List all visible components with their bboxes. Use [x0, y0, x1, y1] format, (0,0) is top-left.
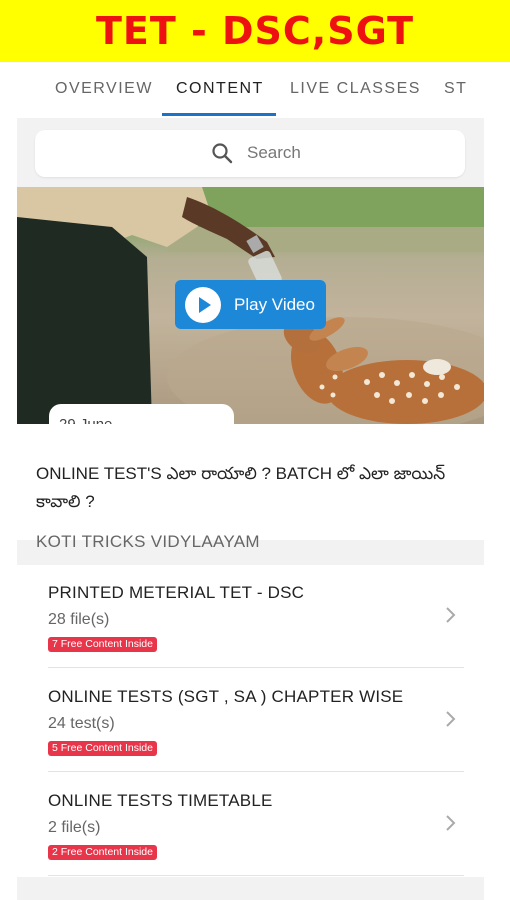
- chevron-right-icon: [446, 711, 456, 727]
- free-content-badge: 7 Free Content Inside: [48, 637, 157, 652]
- item-title: ONLINE TESTS TIMETABLE: [48, 791, 273, 810]
- play-icon: [185, 287, 221, 323]
- banner-title: TET - DSC,SGT: [95, 9, 415, 53]
- video-title: ONLINE TEST'S ఎలా రాయాలి ? BATCH లో ఎలా …: [36, 464, 446, 511]
- free-content-badge: 5 Free Content Inside: [48, 741, 157, 756]
- tab-bar: OVERVIEW CONTENT LIVE CLASSES ST: [0, 62, 510, 118]
- list-divider: [48, 667, 464, 668]
- list-item-online-tests-chapter-wise[interactable]: ONLINE TESTS (SGT , SA ) CHAPTER WISE 24…: [17, 669, 484, 773]
- list-divider: [48, 771, 464, 772]
- active-tab-indicator: [162, 113, 276, 116]
- play-video-button[interactable]: Play Video: [175, 280, 326, 329]
- chevron-right-icon: [446, 815, 456, 831]
- list-item-online-tests-timetable[interactable]: ONLINE TESTS TIMETABLE 2 file(s) 2 Free …: [17, 773, 484, 877]
- tab-live-classes[interactable]: LIVE CLASSES: [290, 62, 421, 118]
- play-video-label: Play Video: [234, 295, 315, 314]
- item-title: ONLINE TESTS (SGT , SA ) CHAPTER WISE: [48, 687, 404, 706]
- channel-name: KOTI TRICKS VIDYLAAYAM: [36, 532, 260, 551]
- item-count: 28 file(s): [48, 611, 110, 628]
- item-count: 24 test(s): [48, 715, 115, 732]
- tab-content[interactable]: CONTENT: [176, 62, 264, 118]
- list-divider: [48, 875, 464, 876]
- search-bar[interactable]: [35, 130, 465, 177]
- item-title: PRINTED METERIAL TET - DSC: [48, 583, 305, 602]
- list-item-printed-material[interactable]: PRINTED METERIAL TET - DSC 28 file(s) 7 …: [17, 565, 484, 669]
- tab-store[interactable]: ST: [444, 62, 467, 118]
- item-count: 2 file(s): [48, 819, 101, 836]
- app-banner: TET - DSC,SGT: [0, 0, 510, 62]
- chevron-right-icon: [446, 607, 456, 623]
- tab-overview[interactable]: OVERVIEW: [55, 62, 153, 118]
- search-icon: [212, 143, 233, 164]
- free-content-badge: 2 Free Content Inside: [48, 845, 157, 860]
- search-input[interactable]: [247, 138, 447, 168]
